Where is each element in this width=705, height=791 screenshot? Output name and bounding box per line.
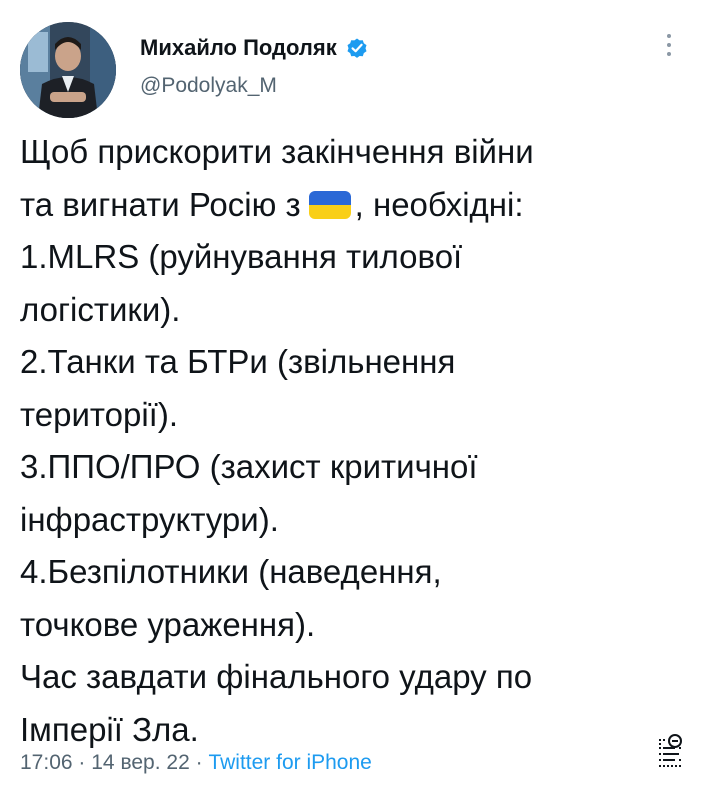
display-name[interactable]: Михайло Подоляк: [140, 35, 337, 61]
tweet-meta: 17:06 · 14 вер. 22 · Twitter for iPhone: [20, 751, 372, 775]
tweet-line: та вигнати Росію з , необхідні:: [20, 179, 690, 232]
tweet-line: логістики).: [20, 290, 181, 328]
tweet-line: 4.Безпілотники (наведення,: [20, 553, 442, 590]
author-block: Михайло Подоляк @Podolyak_M: [140, 34, 625, 98]
tweet-line: Час завдати фінального удару по: [20, 658, 533, 695]
tweet-line: Імперії Зла.: [20, 710, 199, 748]
tweet-line: території).: [20, 395, 178, 433]
tweet-source-link[interactable]: Twitter for iPhone: [208, 751, 371, 774]
translate-icon[interactable]: [657, 733, 683, 773]
tweet-line: 3.ППО/ПРО (захист критичної: [20, 448, 478, 485]
handle[interactable]: @Podolyak_M: [140, 74, 625, 98]
tweet-line: 2.Танки та БТРи (звільнення: [20, 343, 456, 380]
tweet: Михайло Подоляк @Podolyak_M Щоб прискори…: [0, 0, 705, 791]
more-vertical-icon[interactable]: [661, 34, 677, 66]
tweet-time[interactable]: 17:06: [20, 751, 73, 774]
meta-separator: ·: [78, 751, 86, 774]
tweet-line: Щоб прискорити закінчення війни: [20, 133, 534, 170]
tweet-line-text: та вигнати Росію з: [20, 185, 301, 223]
ukraine-flag-icon: [308, 190, 351, 219]
verified-badge-icon: [345, 36, 369, 60]
tweet-line-text: , необхідні:: [354, 185, 524, 223]
tweet-line: точкове ураження).: [20, 605, 316, 643]
meta-separator: ·: [195, 751, 203, 774]
tweet-text: Щоб прискорити закінчення війни та вигна…: [20, 126, 690, 756]
tweet-line: інфраструктури).: [20, 500, 279, 538]
tweet-date[interactable]: 14 вер. 22: [91, 751, 190, 774]
tweet-line: 1.MLRS (руйнування тилової: [20, 238, 463, 275]
name-row: Михайло Подоляк: [140, 34, 625, 62]
avatar[interactable]: [20, 22, 116, 118]
